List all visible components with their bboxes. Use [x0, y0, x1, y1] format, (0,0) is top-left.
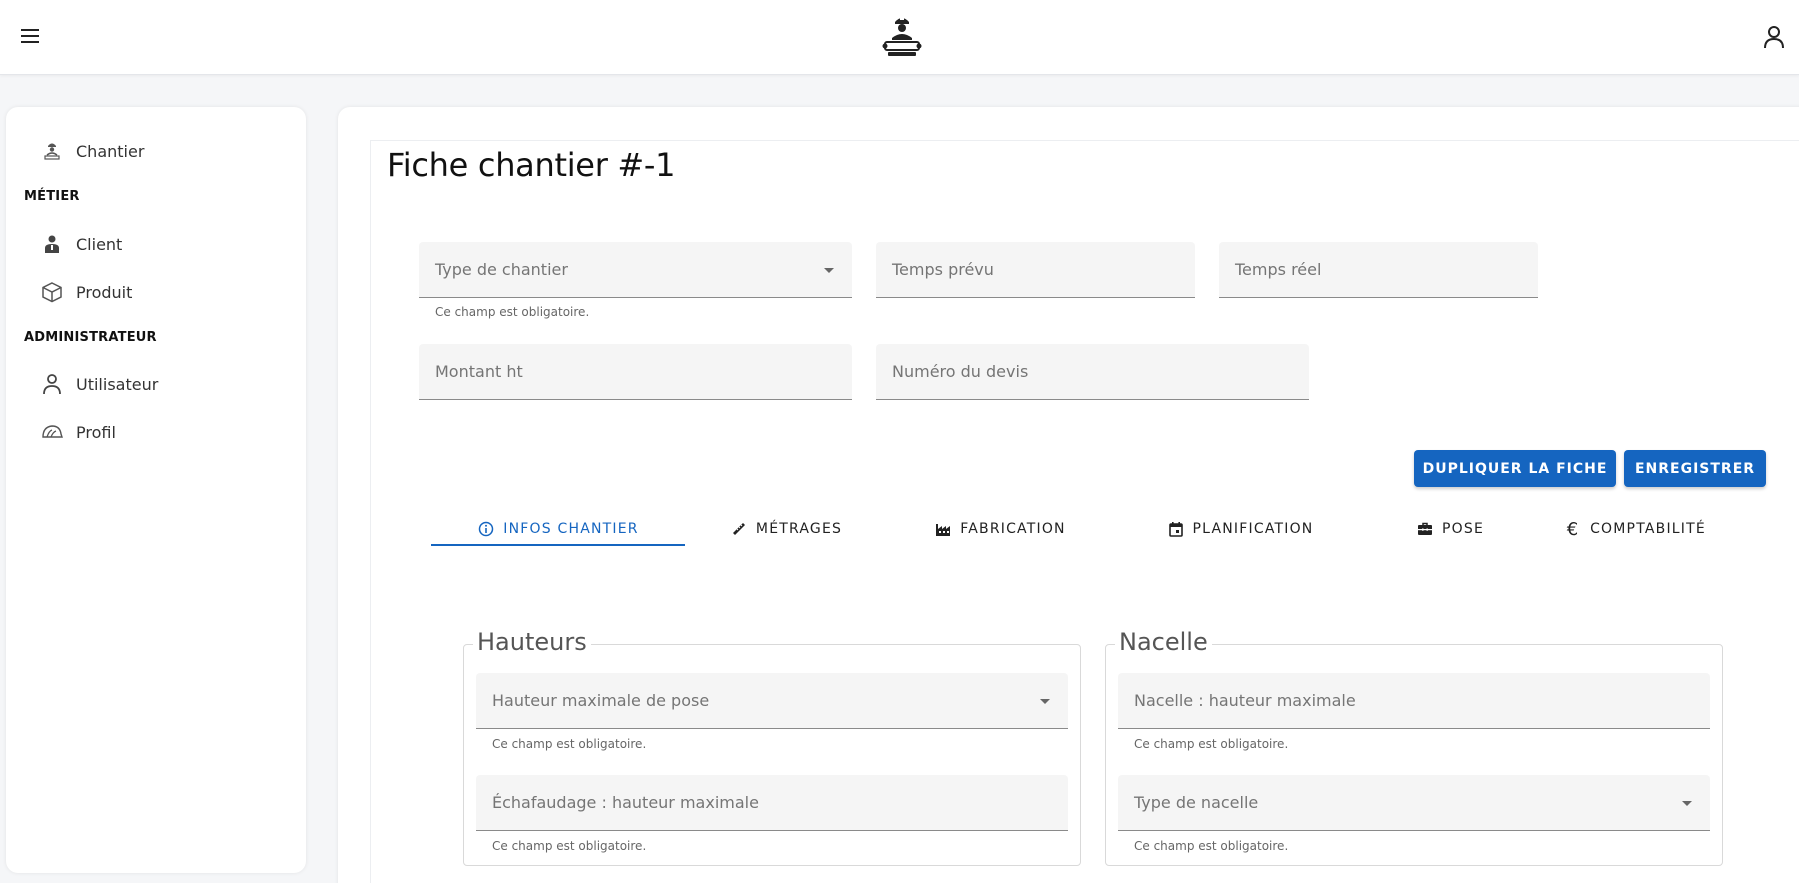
hauteur-maximale-pose-select[interactable]: Hauteur maximale de pose — [476, 673, 1068, 729]
sidebar-item-client[interactable]: Client — [40, 229, 122, 259]
tab-metrages[interactable]: MÉTRAGES — [700, 511, 872, 547]
info-icon — [477, 520, 495, 538]
enregistrer-button[interactable]: ENREGISTRER — [1624, 450, 1766, 487]
profile-hat-icon — [40, 420, 64, 444]
hauteurs-legend: Hauteurs — [473, 628, 591, 656]
section-heading-admin: ADMINISTRATEUR — [24, 330, 157, 345]
worker-logo-icon — [882, 16, 922, 56]
field-label: Temps prévu — [892, 260, 994, 279]
toolbox-icon — [1416, 520, 1434, 538]
field-label: Type de chantier — [435, 260, 568, 279]
calendar-icon — [1167, 520, 1185, 538]
tab-label: POSE — [1442, 521, 1484, 537]
helper-text: Ce champ est obligatoire. — [1134, 839, 1289, 853]
helper-text: Ce champ est obligatoire. — [492, 839, 647, 853]
top-app-bar — [0, 0, 1799, 75]
dropdown-arrow-icon — [1682, 801, 1692, 806]
nacelle-legend: Nacelle — [1115, 628, 1212, 656]
worker-icon — [40, 139, 64, 163]
sidebar-item-label: Produit — [76, 282, 133, 302]
tab-comptabilite[interactable]: € COMPTABILITÉ — [1550, 511, 1720, 547]
tab-label: FABRICATION — [960, 521, 1066, 537]
tab-label: INFOS CHANTIER — [503, 521, 639, 537]
nacelle-hauteur-input[interactable]: Nacelle : hauteur maximale — [1118, 673, 1710, 729]
field-label: Hauteur maximale de pose — [492, 691, 710, 710]
tab-pose[interactable]: POSE — [1380, 511, 1520, 547]
dupliquer-fiche-button[interactable]: DUPLIQUER LA FICHE — [1414, 450, 1616, 487]
ruler-icon — [730, 520, 748, 538]
type-chantier-select[interactable]: Type de chantier — [419, 242, 852, 298]
sidebar-item-chantier[interactable]: Chantier — [40, 136, 144, 166]
echafaudage-hauteur-input[interactable]: Échafaudage : hauteur maximale — [476, 775, 1068, 831]
sidebar-item-utilisateur[interactable]: Utilisateur — [40, 369, 158, 399]
field-label: Nacelle : hauteur maximale — [1134, 691, 1356, 710]
dropdown-arrow-icon — [824, 268, 834, 273]
helper-text: Ce champ est obligatoire. — [1134, 737, 1289, 751]
tab-infos-chantier[interactable]: INFOS CHANTIER — [431, 511, 685, 547]
box-icon — [40, 280, 64, 304]
tab-fabrication[interactable]: FABRICATION — [900, 511, 1100, 547]
temps-reel-input[interactable]: Temps réel — [1219, 242, 1538, 298]
temps-prevu-input[interactable]: Temps prévu — [876, 242, 1195, 298]
sidebar-item-label: Utilisateur — [76, 374, 159, 394]
section-heading-metier: MÉTIER — [24, 189, 80, 204]
hamburger-menu-icon[interactable] — [18, 24, 42, 48]
euro-icon: € — [1566, 518, 1580, 540]
tab-label: PLANIFICATION — [1192, 521, 1314, 537]
helper-text: Ce champ est obligatoire. — [492, 737, 647, 751]
field-label: Temps réel — [1235, 260, 1322, 279]
numero-devis-input[interactable]: Numéro du devis — [876, 344, 1309, 400]
field-label: Type de nacelle — [1134, 793, 1259, 812]
user-icon — [40, 372, 64, 396]
helper-text: Ce champ est obligatoire. — [435, 305, 590, 319]
active-tab-indicator — [431, 544, 685, 546]
sidebar-item-label: Chantier — [76, 141, 145, 161]
field-label: Montant ht — [435, 362, 523, 381]
field-label: Numéro du devis — [892, 362, 1029, 381]
dropdown-arrow-icon — [1040, 699, 1050, 704]
tab-label: MÉTRAGES — [755, 521, 843, 537]
page-title: Fiche chantier #-1 — [387, 146, 676, 184]
tab-label: COMPTABILITÉ — [1590, 521, 1706, 537]
sidebar-item-profil[interactable]: Profil — [40, 417, 116, 447]
sidebar-item-produit[interactable]: Produit — [40, 277, 132, 307]
sidebar-item-label: Profil — [76, 422, 116, 442]
tab-planification[interactable]: PLANIFICATION — [1140, 511, 1340, 547]
montant-ht-input[interactable]: Montant ht — [419, 344, 852, 400]
client-icon — [40, 232, 64, 256]
account-icon[interactable] — [1762, 24, 1786, 50]
field-label: Échafaudage : hauteur maximale — [492, 793, 759, 812]
factory-icon — [934, 520, 952, 538]
sidebar — [6, 107, 306, 873]
sidebar-item-label: Client — [76, 234, 123, 254]
type-nacelle-select[interactable]: Type de nacelle — [1118, 775, 1710, 831]
